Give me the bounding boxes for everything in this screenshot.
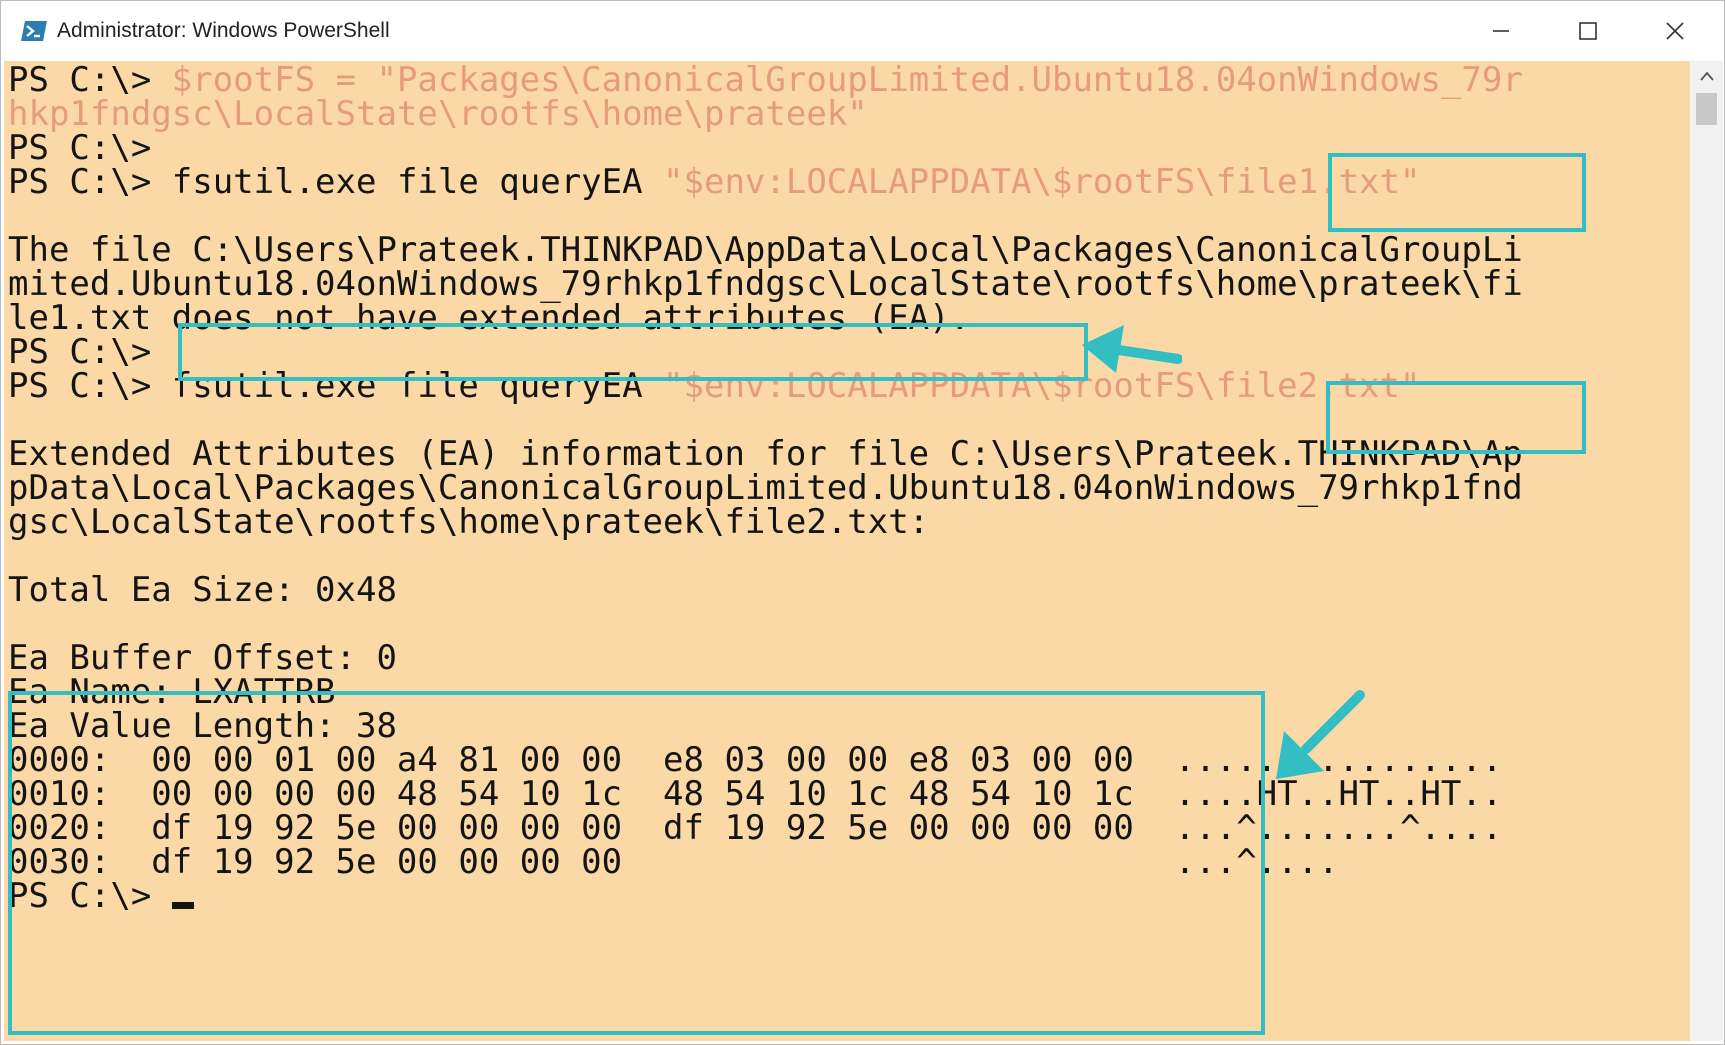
annotation-arrow-icon: [1082, 325, 1182, 373]
close-icon: [1666, 22, 1684, 40]
highlight-box-file2: [1326, 381, 1586, 454]
chevron-up-icon: [1699, 71, 1714, 81]
highlight-box-ea-output: [8, 691, 1265, 1035]
string-literal: "$env:LOCALAPPDATA\$rootFS\: [663, 162, 1216, 202]
minimize-icon: [1493, 30, 1509, 32]
highlight-box-file1: [1328, 153, 1586, 232]
vertical-scrollbar[interactable]: [1690, 61, 1723, 1041]
console-line: gsc\LocalState\rootfs\home\prateek\file2…: [8, 502, 930, 542]
minimize-button[interactable]: [1471, 7, 1531, 55]
scroll-up-button[interactable]: [1690, 61, 1723, 91]
maximize-icon: [1579, 22, 1597, 40]
close-button[interactable]: [1645, 7, 1705, 55]
powershell-window: Administrator: Windows PowerShell PS C:\…: [0, 0, 1725, 1045]
highlight-box-no-ea-message: [178, 323, 1088, 381]
console-line: PS C:\> fsutil.exe file queryEA "$env:LO…: [8, 163, 1420, 201]
scrollbar-thumb[interactable]: [1696, 93, 1717, 125]
console-line: Total Ea Size: 0x48: [8, 570, 397, 610]
prompt: PS C:\>: [8, 162, 172, 202]
prompt: PS C:\>: [8, 366, 172, 406]
annotation-arrow-icon: [1276, 690, 1365, 779]
maximize-button[interactable]: [1558, 7, 1618, 55]
powershell-icon: [21, 21, 47, 41]
window-title: Administrator: Windows PowerShell: [57, 19, 390, 42]
console-output[interactable]: PS C:\> $rootFS = "Packages\CanonicalGro…: [4, 61, 1690, 1041]
title-bar[interactable]: Administrator: Windows PowerShell: [1, 1, 1724, 61]
command-args: file queryEA: [376, 162, 664, 202]
command-name: fsutil.exe: [171, 162, 377, 202]
